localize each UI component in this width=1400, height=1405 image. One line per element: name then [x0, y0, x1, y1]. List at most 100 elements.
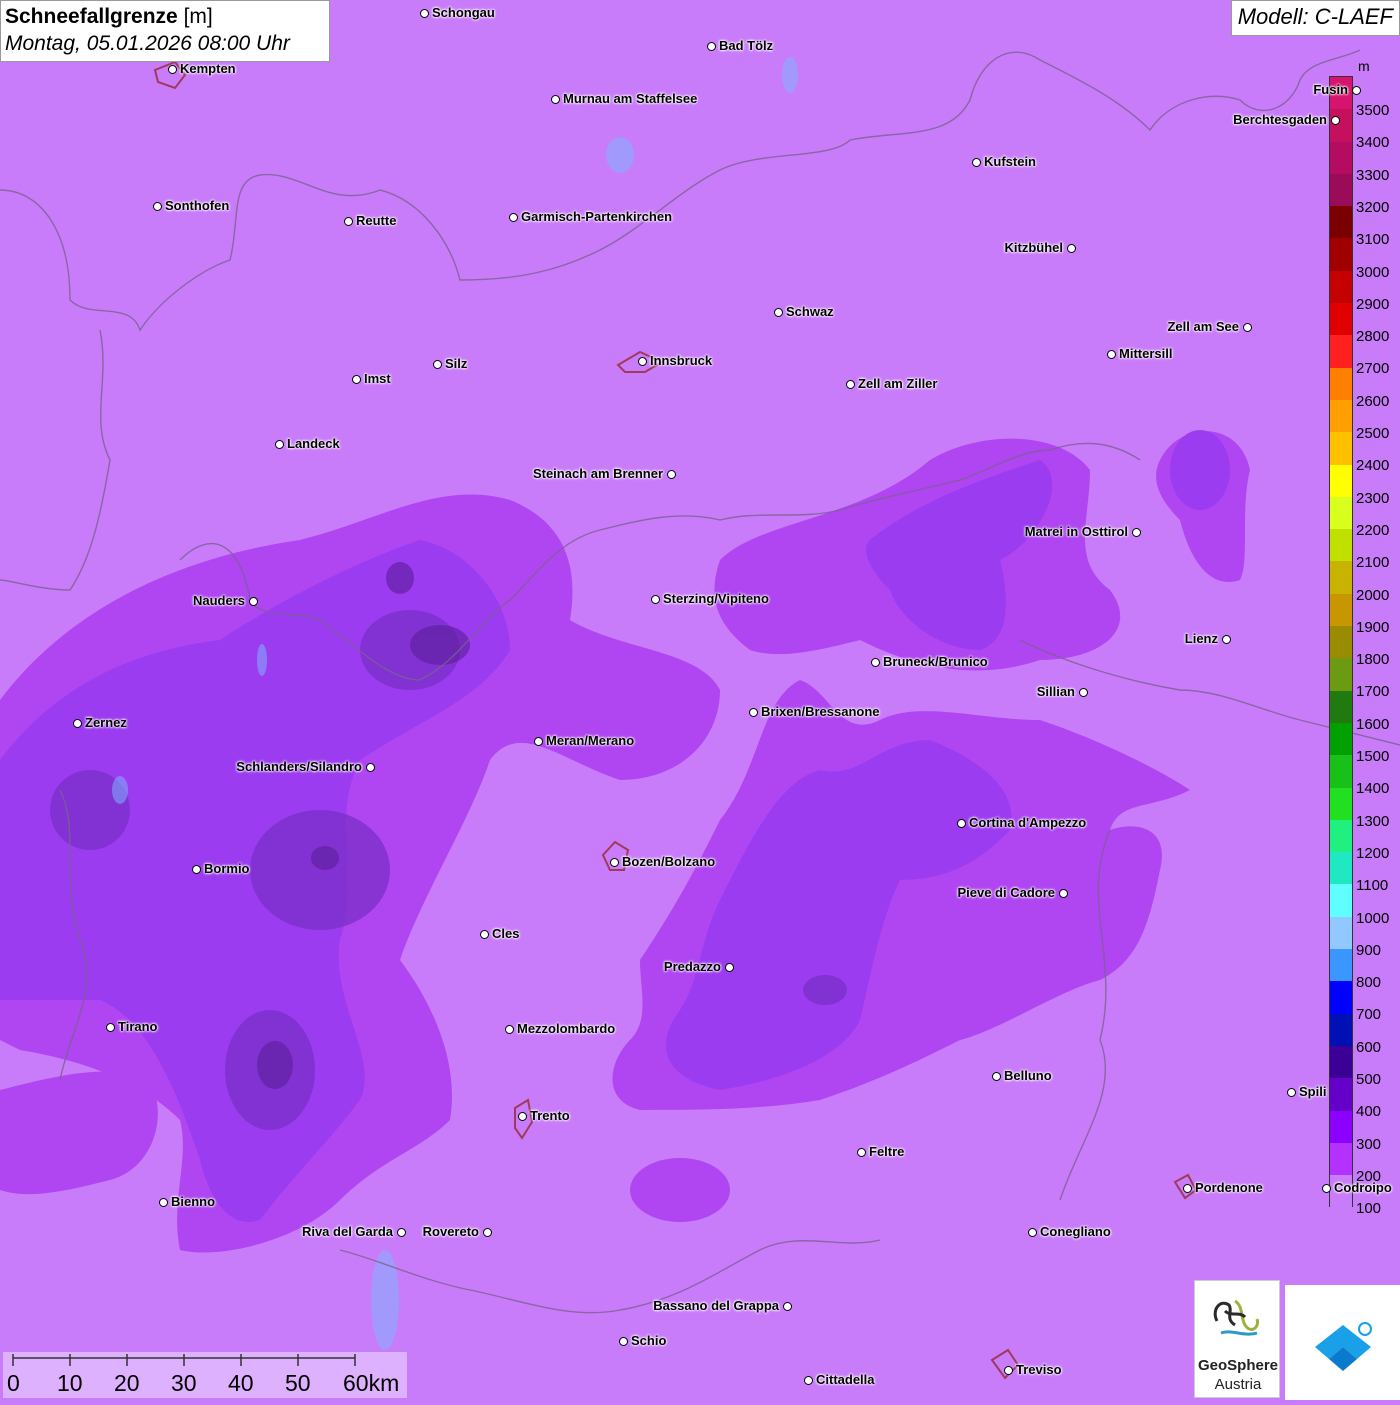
- legend-label: 3500: [1356, 102, 1390, 119]
- city-marker: [972, 158, 981, 167]
- legend-label: 1600: [1356, 715, 1390, 733]
- city-marker: [366, 763, 375, 772]
- city-label: Schongau: [432, 5, 495, 20]
- city-label: Matrei in Osttirol: [1024, 524, 1128, 539]
- legend-label: 1000: [1356, 909, 1390, 927]
- city-marker: [159, 1198, 168, 1207]
- geosphere-logo[interactable]: GeoSphere Austria: [1194, 1280, 1280, 1398]
- city-marker: [725, 963, 734, 972]
- map-unit: [m]: [183, 5, 213, 28]
- geosphere-logo-subtext: Austria: [1214, 1376, 1262, 1393]
- city-marker: [534, 737, 543, 746]
- city-marker: [1331, 116, 1340, 125]
- city-label: Conegliano: [1040, 1224, 1111, 1239]
- city-label: Spili: [1299, 1084, 1327, 1099]
- city-marker: [192, 865, 201, 874]
- legend-swatch: [1330, 496, 1352, 530]
- city-marker: [783, 1302, 792, 1311]
- city-label: Innsbruck: [650, 353, 713, 368]
- city-marker: [509, 213, 518, 222]
- city-marker: [619, 1337, 628, 1346]
- city-label: Garmisch-Partenkirchen: [521, 209, 673, 224]
- city-label: Tirano: [118, 1019, 158, 1034]
- city-marker: [1352, 86, 1361, 95]
- scale-label: 20: [114, 1370, 140, 1396]
- city-label: Murnau am Staffelsee: [563, 91, 698, 106]
- city-label: Trento: [530, 1108, 570, 1123]
- city-marker: [1183, 1184, 1192, 1193]
- city-marker: [804, 1376, 813, 1385]
- city-label: Silz: [445, 356, 468, 371]
- legend-swatch: [1330, 1142, 1352, 1176]
- city-marker: [153, 202, 162, 211]
- city-label: Riva del Garda: [301, 1224, 393, 1239]
- city-label: Zernez: [85, 715, 127, 730]
- city-label: Kempten: [180, 61, 236, 76]
- legend-swatch: [1330, 1045, 1352, 1079]
- scale-label: 60km: [343, 1370, 400, 1396]
- city-marker: [344, 217, 353, 226]
- legend-label: 900: [1356, 941, 1382, 959]
- legend-label: 2800: [1356, 328, 1390, 346]
- city-label: Fusin: [1313, 82, 1348, 97]
- legend-swatch: [1330, 335, 1352, 368]
- legend-label: 2400: [1356, 457, 1390, 475]
- color-legend: m 3500 3400 3300 3200 3100 3000 2900 2800 2700 26…: [1326, 56, 1400, 1217]
- legend-swatch: [1330, 981, 1352, 1014]
- city-label: Cittadella: [816, 1372, 875, 1387]
- city-label: Predazzo: [663, 959, 721, 974]
- model-label: Modell: C-LAEF: [1230, 0, 1400, 36]
- legend-swatch: [1330, 884, 1352, 917]
- legend-label: 500: [1356, 1071, 1382, 1088]
- city-marker: [707, 42, 716, 51]
- city-label: Bienno: [171, 1194, 216, 1209]
- legend-label: 1300: [1356, 812, 1390, 830]
- city-label: Rovereto: [422, 1224, 479, 1239]
- legend-swatch: [1330, 916, 1352, 950]
- city-label: Belluno: [1004, 1068, 1052, 1083]
- legend-label: 3200: [1356, 198, 1390, 216]
- legend-label: 3100: [1356, 231, 1390, 249]
- city-label: Zell am See: [1167, 319, 1239, 334]
- legend-label: 2900: [1356, 295, 1390, 313]
- legend-unit: m: [1358, 58, 1370, 74]
- legend-label: 1500: [1356, 748, 1390, 765]
- title-box: Schneefallgrenze [m] Montag, 05.01.2026 …: [0, 0, 330, 62]
- scale-label: 10: [57, 1370, 83, 1396]
- city-label: Brixen/Bressanone: [761, 704, 880, 719]
- legend-label: 3300: [1356, 166, 1390, 184]
- legend-label: 2700: [1356, 360, 1390, 378]
- legend-swatch: [1330, 626, 1352, 659]
- legend-label: 3000: [1356, 263, 1390, 281]
- city-marker: [749, 708, 758, 717]
- geosphere-logo-icon: [1213, 1299, 1259, 1336]
- legend-swatch: [1330, 787, 1352, 820]
- city-marker: [871, 658, 880, 667]
- legend-swatch: [1330, 852, 1352, 885]
- legend-label: 2000: [1356, 586, 1390, 604]
- city-label: Bruneck/Brunico: [883, 654, 988, 669]
- legend-label: 3400: [1356, 134, 1390, 152]
- legend-swatch: [1330, 722, 1352, 756]
- legend-label: 700: [1356, 1006, 1382, 1024]
- legend-swatch: [1330, 529, 1352, 562]
- city-label: Reutte: [356, 213, 397, 228]
- legend-swatch: [1330, 658, 1352, 691]
- geosphere-logo-text: GeoSphere: [1197, 1357, 1279, 1374]
- city-marker: [957, 819, 966, 828]
- legend-swatch: [1330, 949, 1352, 982]
- legend-label: 100: [1356, 1200, 1382, 1218]
- weather-app-logo[interactable]: [1285, 1285, 1400, 1400]
- city-marker: [433, 360, 442, 369]
- city-label: Nauders: [192, 593, 245, 608]
- city-marker: [73, 719, 82, 728]
- legend-label: 2500: [1356, 425, 1390, 442]
- city-marker: [551, 95, 560, 104]
- scale-label: 30: [171, 1370, 197, 1396]
- city-label: Bormio: [204, 861, 250, 876]
- city-label: Sterzing/Vipiteno: [663, 591, 769, 606]
- city-marker: [1243, 323, 1252, 332]
- legend-label: 600: [1356, 1038, 1382, 1056]
- legend-label: 1900: [1356, 618, 1390, 636]
- legend-label: 1800: [1356, 651, 1390, 669]
